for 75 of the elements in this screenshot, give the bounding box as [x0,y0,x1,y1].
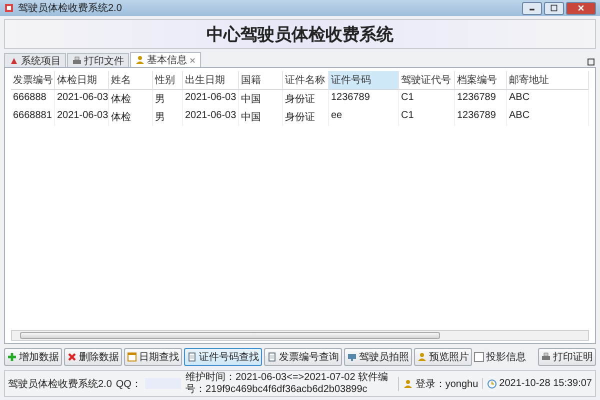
table-cell: C1 [399,90,455,108]
person-icon [135,55,145,65]
table-cell: C1 [399,108,455,126]
calendar-icon [127,352,137,362]
toolbar-button[interactable]: 驾驶员拍照 [344,348,412,366]
cross-icon [67,352,77,362]
table-cell: 1236789 [455,108,507,126]
person-icon [403,378,414,388]
column-header[interactable]: 性别 [153,71,183,90]
column-header[interactable]: 档案编号 [455,71,507,90]
table-cell: 2021-06-03 [183,90,239,108]
login-user: 登录：yonghu [415,378,478,390]
maximize-icon [550,4,558,12]
window-title: 驾驶员体检收费系统2.0 [18,2,122,15]
maximize-icon[interactable] [586,57,596,67]
table-cell: 男 [153,90,183,108]
table-cell: ee [329,108,399,126]
table-cell: 2021-06-03 [183,108,239,126]
print-button[interactable]: 打印证明 [538,348,596,366]
document-icon [187,352,197,362]
table-cell: ABC [507,108,589,126]
table-cell: 1236789 [329,90,399,108]
column-header[interactable]: 证件号码 [329,71,399,90]
person-icon [417,352,427,362]
document-icon [267,352,277,362]
minimize-button[interactable] [522,2,542,14]
column-header[interactable]: 驾驶证代号 [399,71,455,90]
app-version-label: 驾驶员体检收费系统2.0 [8,378,112,390]
column-header[interactable]: 姓名 [109,71,153,90]
checkbox-box[interactable] [474,352,484,362]
close-icon[interactable] [189,56,196,64]
system-title: 中心驾驶员体检收费系统 [206,24,394,46]
column-header[interactable]: 邮寄地址 [507,71,589,90]
date-time: 2021-10-28 15:39:07 [499,378,592,389]
table-cell: 2021-06-03 [55,90,109,108]
toolbar-button[interactable]: 证件号码查找 [184,348,262,366]
plus-icon [7,352,17,362]
table-cell: 体检 [109,90,153,108]
maintenance-info: 维护时间：2021-06-03<=>2021-07-02 软件编号：219f9c469bc4f6df36acb6d2b03899c [185,372,390,395]
app-icon [4,3,14,13]
column-header[interactable]: 国籍 [239,71,283,90]
toolbar-button[interactable]: 预览照片 [414,348,472,366]
table-cell: 身份证 [283,90,329,108]
clock-icon [487,378,498,388]
app-icon [9,56,19,66]
table-cell: 中国 [239,90,283,108]
column-header[interactable]: 发票编号 [11,71,55,90]
table-cell: 6668881 [11,108,55,126]
column-header[interactable]: 出生日期 [183,71,239,90]
table-cell: 666888 [11,90,55,108]
tab[interactable]: 系统项目 [4,53,66,67]
table-cell: 2021-06-03 [55,108,109,126]
table-cell: 体检 [109,108,153,126]
monitor-icon [347,352,357,362]
printer-icon [72,56,82,66]
close-button[interactable] [566,2,596,14]
checkbox-label: 投影信息 [486,350,526,364]
toolbar-button[interactable]: 删除数据 [64,348,122,366]
maximize-button[interactable] [544,2,564,14]
checkbox[interactable]: 投影信息 [474,350,526,364]
toolbar-button[interactable]: 日期查找 [124,348,182,366]
tab[interactable]: 基本信息 [130,52,201,67]
toolbar-button[interactable]: 发票编号查询 [264,348,342,366]
table-cell: ABC [507,90,589,108]
table-cell: 中国 [239,108,283,126]
table-cell: 身份证 [283,108,329,126]
toolbar-button[interactable]: 增加数据 [4,348,62,366]
table-cell: 男 [153,108,183,126]
column-header[interactable]: 体检日期 [55,71,109,90]
close-icon [577,4,585,12]
table-cell: 1236789 [455,90,507,108]
printer-icon [541,352,551,362]
tab[interactable]: 打印文件 [67,53,129,67]
horizontal-scrollbar[interactable] [11,330,589,341]
qq-label: QQ： [116,378,142,390]
